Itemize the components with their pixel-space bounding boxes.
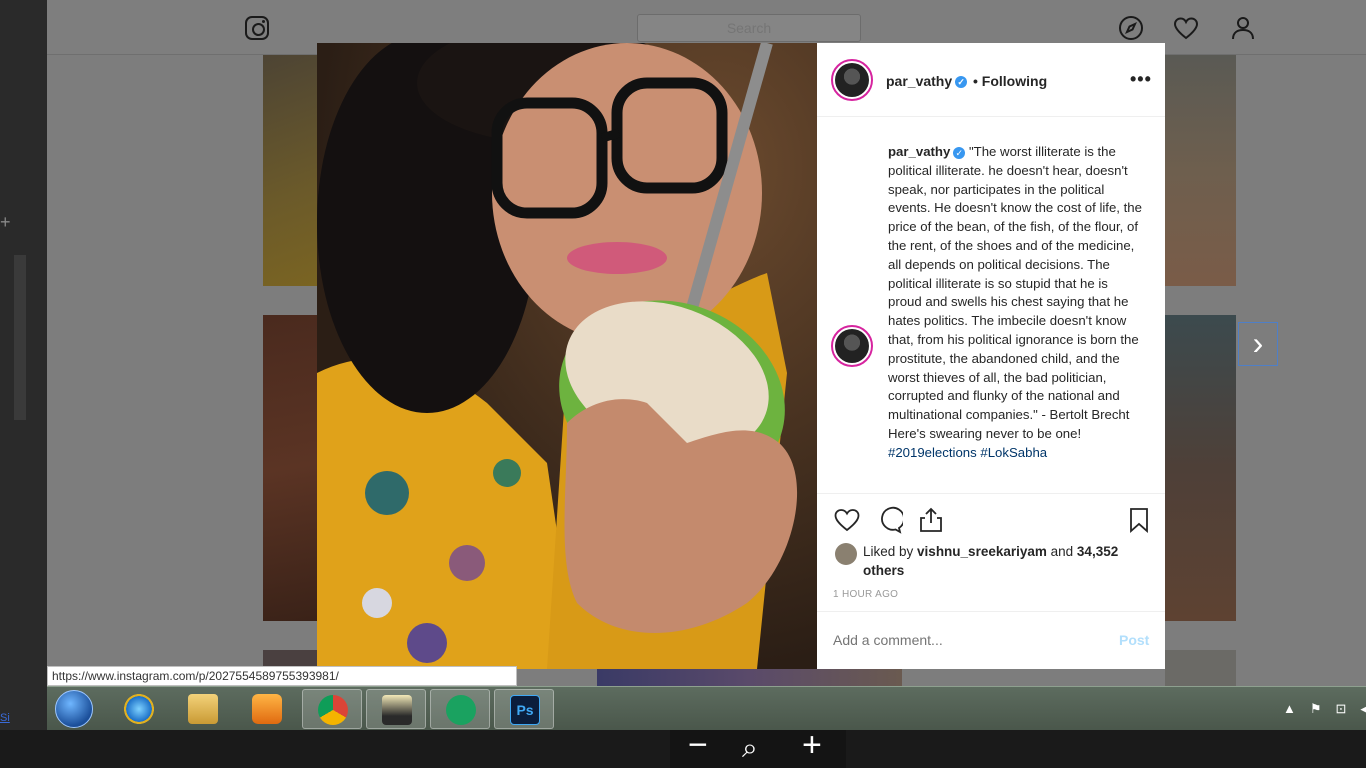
link-fragment[interactable]: Si bbox=[0, 712, 10, 724]
caption-username[interactable]: par_vathy bbox=[888, 144, 950, 159]
comment-input[interactable] bbox=[833, 632, 1093, 648]
caption-text: "The worst illiterate is the political i… bbox=[888, 144, 1142, 423]
liked-user-link[interactable]: vishnu_sreekariyam bbox=[917, 544, 1047, 559]
post-photo[interactable] bbox=[317, 43, 817, 669]
zoom-magnifier-icon[interactable]: ⌕ bbox=[742, 732, 758, 765]
grid-thumbnail[interactable] bbox=[1165, 650, 1236, 690]
more-options-icon[interactable]: ••• bbox=[1130, 69, 1152, 90]
heart-icon[interactable] bbox=[1172, 14, 1200, 42]
hangouts-icon[interactable] bbox=[430, 689, 490, 729]
windows-taskbar: Ps ▲⚑⊡◀ bbox=[47, 686, 1366, 730]
user-avatar[interactable] bbox=[831, 59, 873, 101]
chrome-icon[interactable] bbox=[302, 689, 362, 729]
browser-status-url: https://www.instagram.com/p/202755458975… bbox=[47, 666, 517, 686]
search-input[interactable] bbox=[637, 14, 861, 42]
plus-icon: + bbox=[0, 212, 11, 232]
screen: + Si Search par_vathy ✓ • Following ••• … bbox=[0, 0, 1366, 768]
grid-thumbnail[interactable] bbox=[263, 55, 318, 286]
liked-prefix: Liked by bbox=[863, 544, 918, 559]
left-window-edge: + Si bbox=[0, 0, 47, 730]
bookmark-icon[interactable] bbox=[1125, 506, 1153, 534]
photoshop-label: Ps bbox=[510, 695, 540, 725]
dot-separator: • bbox=[973, 73, 978, 89]
post-header: par_vathy ✓ • Following ••• bbox=[817, 43, 1165, 117]
share-icon[interactable] bbox=[917, 506, 945, 534]
post-side-panel: par_vathy ✓ • Following ••• par_vathy ✓ "T… bbox=[817, 43, 1165, 669]
post-comment-button[interactable]: Post bbox=[1119, 632, 1149, 648]
caption: par_vathy ✓ "The worst illiterate is the … bbox=[888, 143, 1143, 463]
grid-thumbnail[interactable] bbox=[263, 315, 318, 621]
explore-compass-icon[interactable] bbox=[1117, 14, 1145, 42]
liked-by-avatar[interactable] bbox=[835, 543, 857, 565]
liked-and: and bbox=[1046, 544, 1077, 559]
next-post-arrow-icon[interactable]: › bbox=[1238, 322, 1278, 366]
file-explorer-icon[interactable] bbox=[173, 689, 233, 729]
start-button-icon[interactable] bbox=[55, 690, 93, 728]
caption-area: par_vathy ✓ "The worst illiterate is the … bbox=[817, 118, 1165, 493]
zoom-out-icon[interactable]: − bbox=[688, 726, 708, 765]
post-photo-illustration bbox=[317, 43, 817, 669]
profile-icon[interactable] bbox=[1229, 14, 1257, 42]
internet-explorer-icon[interactable] bbox=[109, 689, 169, 729]
scrollbar[interactable] bbox=[14, 255, 26, 420]
grid-thumbnail[interactable] bbox=[1165, 55, 1236, 286]
photoshop-icon[interactable]: Ps bbox=[494, 689, 554, 729]
verified-badge-icon: ✓ bbox=[955, 76, 968, 89]
following-label: Following bbox=[981, 73, 1048, 89]
zoom-in-icon[interactable]: + bbox=[802, 726, 822, 765]
instagram-logo-icon[interactable] bbox=[245, 16, 269, 40]
comment-icon[interactable] bbox=[875, 506, 905, 534]
caption-line: Here's swearing never to be one! bbox=[888, 425, 1082, 441]
comment-box: Post bbox=[817, 611, 1165, 669]
typewriter-app-icon[interactable] bbox=[366, 689, 426, 729]
following-status[interactable]: • Following bbox=[973, 73, 1047, 89]
media-player-icon[interactable] bbox=[237, 689, 297, 729]
grid-thumbnail[interactable] bbox=[1165, 315, 1236, 621]
post-username-row: par_vathy ✓ bbox=[886, 73, 968, 89]
like-heart-icon[interactable] bbox=[833, 506, 861, 534]
system-tray-icons[interactable]: ▲⚑⊡◀ bbox=[1283, 701, 1366, 717]
verified-badge-icon: ✓ bbox=[953, 146, 966, 159]
post-timestamp[interactable]: 1 HOUR AGO bbox=[833, 589, 898, 600]
zoom-controls: − ⌕ + bbox=[670, 726, 846, 768]
username-link[interactable]: par_vathy bbox=[886, 73, 952, 89]
post-actions: Liked by vishnu_sreekariyam and 34,352 o… bbox=[817, 493, 1165, 613]
liked-by-text: Liked by vishnu_sreekariyam and 34,352 o… bbox=[863, 542, 1123, 580]
caption-avatar[interactable] bbox=[831, 325, 873, 367]
caption-hashtags[interactable]: #2019elections #LokSabha bbox=[888, 445, 1047, 460]
grid-thumbnail[interactable] bbox=[597, 669, 902, 686]
